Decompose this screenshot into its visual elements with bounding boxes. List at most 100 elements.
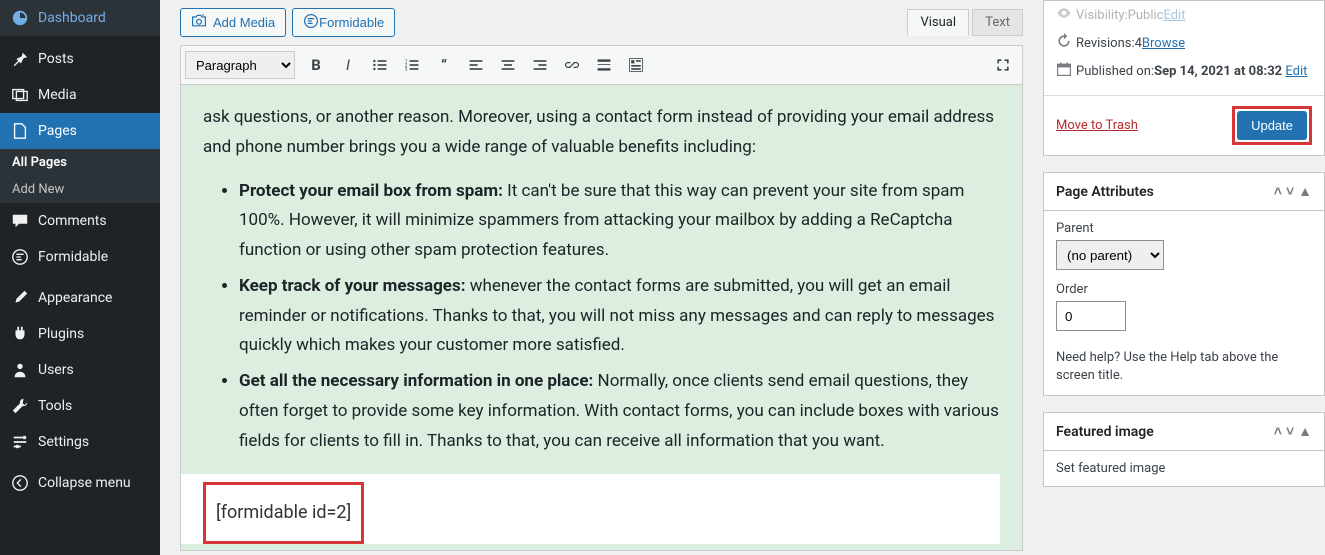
- sidebar-label: Settings: [38, 434, 89, 450]
- publish-metabox: Visibility: Public Edit Revisions: 4 Bro…: [1043, 0, 1325, 156]
- sidebar-collapse[interactable]: Collapse menu: [0, 465, 160, 501]
- browse-revisions-link[interactable]: Browse: [1142, 36, 1185, 51]
- align-right-button[interactable]: [525, 50, 555, 80]
- caret-up-icon[interactable]: ▲: [1298, 423, 1312, 440]
- move-to-trash-link[interactable]: Move to Trash: [1056, 118, 1138, 133]
- comment-icon: [10, 211, 30, 231]
- tab-text[interactable]: Text: [972, 9, 1023, 36]
- collapse-icon: [10, 473, 30, 493]
- media-icon: [10, 85, 30, 105]
- sidebar-item-dashboard[interactable]: Dashboard: [0, 0, 160, 36]
- sidebar-item-users[interactable]: Users: [0, 352, 160, 388]
- sidebar-label: Users: [38, 362, 74, 378]
- chevron-up-icon[interactable]: ˄: [1274, 423, 1282, 440]
- published-row: Published on: Sep 14, 2021 at 08:32 Edit: [1056, 57, 1312, 85]
- update-highlight: Update: [1232, 106, 1312, 145]
- link-button[interactable]: [557, 50, 587, 80]
- shortcode-highlight: [formidable id=2]: [203, 482, 364, 544]
- chevron-down-icon[interactable]: ˅: [1286, 183, 1294, 200]
- sidebar-label: Plugins: [38, 326, 84, 342]
- formidable-icon: [10, 247, 30, 267]
- italic-button[interactable]: I: [333, 50, 363, 80]
- editor-toolbar: Paragraph B I 123 “: [180, 45, 1023, 85]
- featured-image-metabox: Featured image ˄ ˅ ▲ Set featured image: [1043, 412, 1325, 487]
- featured-image-header[interactable]: Featured image ˄ ˅ ▲: [1044, 413, 1324, 451]
- parent-select[interactable]: (no parent): [1056, 240, 1164, 270]
- sidebar-sub-add-new[interactable]: Add New: [0, 176, 160, 203]
- editor-content[interactable]: ask questions, or another reason. Moreov…: [180, 85, 1023, 551]
- page-attributes-metabox: Page Attributes ˄ ˅ ▲ Parent (no parent)…: [1043, 172, 1325, 396]
- readmore-button[interactable]: [589, 50, 619, 80]
- tab-visual[interactable]: Visual: [907, 9, 969, 36]
- content-list: Protect your email box from spam: It can…: [239, 177, 1000, 457]
- chevron-up-icon[interactable]: ˄: [1274, 183, 1282, 200]
- sidebar-item-comments[interactable]: Comments: [0, 203, 160, 239]
- eye-icon: [1056, 5, 1076, 25]
- editor-top-row: Add Media Formidable Visual Text: [180, 8, 1023, 37]
- sidebar-item-media[interactable]: Media: [0, 77, 160, 113]
- update-button[interactable]: Update: [1237, 111, 1307, 140]
- help-text: Need help? Use the Help tab above the sc…: [1056, 349, 1312, 385]
- sidebar-label: Media: [38, 87, 77, 103]
- content-paragraph: ask questions, or another reason. Moreov…: [203, 103, 1000, 163]
- bold-button[interactable]: B: [301, 50, 331, 80]
- quote-button[interactable]: “: [429, 50, 459, 80]
- list-item: Keep track of your messages: whenever th…: [239, 272, 1000, 361]
- sidebar-item-appearance[interactable]: Appearance: [0, 280, 160, 316]
- set-featured-image-link[interactable]: Set featured image: [1056, 461, 1165, 476]
- sidebar-item-formidable[interactable]: Formidable: [0, 239, 160, 275]
- edit-date-link[interactable]: Edit: [1285, 64, 1307, 79]
- list-item: Protect your email box from spam: It can…: [239, 177, 1000, 266]
- order-input[interactable]: [1056, 301, 1126, 331]
- fullscreen-button[interactable]: [988, 50, 1018, 80]
- align-left-button[interactable]: [461, 50, 491, 80]
- sidebar-label: Comments: [38, 213, 107, 229]
- list-item: Get all the necessary information in one…: [239, 367, 1000, 456]
- admin-sidebar: Dashboard Posts Media Pages All Pages Ad…: [0, 0, 160, 555]
- editor-tabs: Visual Text: [907, 9, 1023, 36]
- sidebar-item-pages[interactable]: Pages: [0, 113, 160, 149]
- caret-up-icon[interactable]: ▲: [1298, 183, 1312, 200]
- add-media-button[interactable]: Add Media: [180, 8, 286, 37]
- revisions-icon: [1056, 33, 1076, 53]
- formidable-embed-button[interactable]: Formidable: [292, 8, 395, 37]
- user-icon: [10, 360, 30, 380]
- add-media-label: Add Media: [213, 15, 275, 30]
- format-select[interactable]: Paragraph: [185, 51, 295, 79]
- sidebar-label: Pages: [38, 123, 77, 139]
- edit-visibility-link[interactable]: Edit: [1163, 8, 1185, 23]
- sidebar-item-posts[interactable]: Posts: [0, 41, 160, 77]
- pages-icon: [10, 121, 30, 141]
- sidebar-item-tools[interactable]: Tools: [0, 388, 160, 424]
- sidebar-label: Posts: [38, 51, 74, 67]
- ul-button[interactable]: [365, 50, 395, 80]
- calendar-icon: [1056, 61, 1076, 81]
- parent-label: Parent: [1056, 221, 1312, 236]
- sidebar-item-plugins[interactable]: Plugins: [0, 316, 160, 352]
- editor-column: Add Media Formidable Visual Text Paragra…: [160, 0, 1043, 555]
- sidebar-label: Formidable: [38, 249, 108, 265]
- publish-footer: Move to Trash Update: [1044, 95, 1324, 155]
- sidebar-label: Appearance: [38, 290, 112, 306]
- sidebar-sub-all-pages[interactable]: All Pages: [0, 149, 160, 176]
- order-label: Order: [1056, 282, 1312, 297]
- right-sidebar: Visibility: Public Edit Revisions: 4 Bro…: [1043, 0, 1325, 555]
- align-center-button[interactable]: [493, 50, 523, 80]
- sidebar-item-settings[interactable]: Settings: [0, 424, 160, 460]
- formidable-embed-label: Formidable: [319, 15, 384, 30]
- dashboard-icon: [10, 8, 30, 28]
- ol-button[interactable]: 123: [397, 50, 427, 80]
- plug-icon: [10, 324, 30, 344]
- visibility-row: Visibility: Public Edit: [1056, 1, 1312, 29]
- wrench-icon: [10, 396, 30, 416]
- page-attributes-header[interactable]: Page Attributes ˄ ˅ ▲: [1044, 173, 1324, 211]
- camera-icon: [191, 13, 207, 32]
- pin-icon: [10, 49, 30, 69]
- chevron-down-icon[interactable]: ˅: [1286, 423, 1294, 440]
- main-area: Add Media Formidable Visual Text Paragra…: [160, 0, 1325, 555]
- sidebar-label: Tools: [38, 398, 72, 414]
- sidebar-label: Collapse menu: [38, 475, 131, 491]
- formidable-small-icon: [303, 13, 319, 32]
- toggle-toolbar-button[interactable]: [621, 50, 651, 80]
- revisions-row: Revisions: 4 Browse: [1056, 29, 1312, 57]
